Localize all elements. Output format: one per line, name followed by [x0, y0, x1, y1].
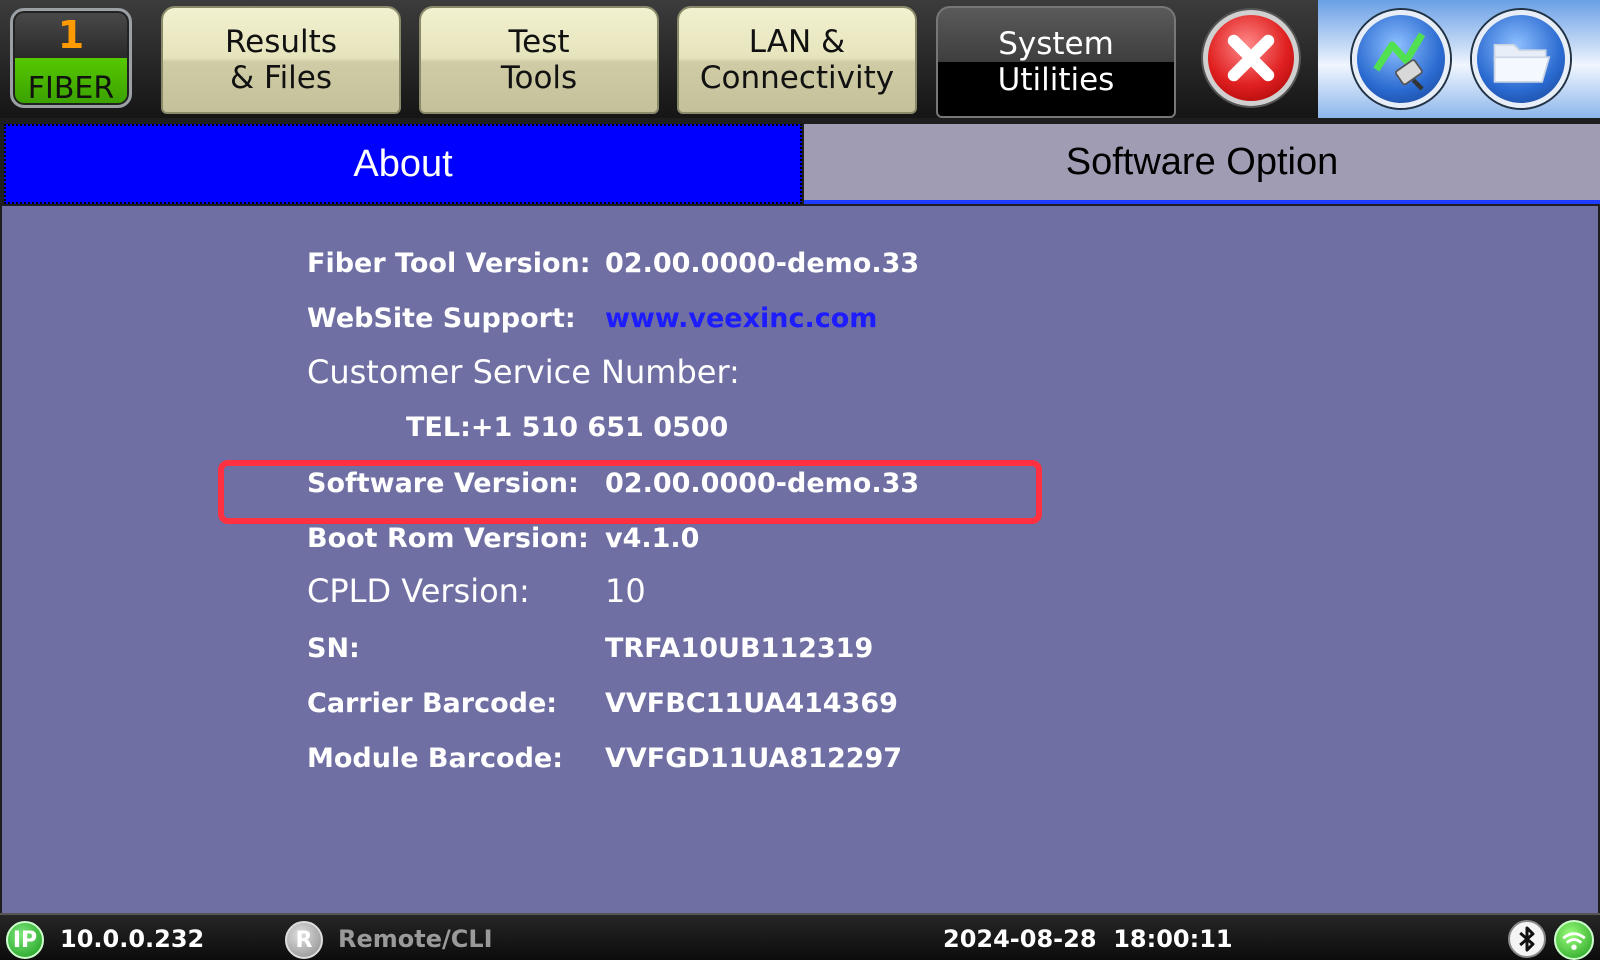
cpld-version-value: 10 — [605, 572, 646, 610]
fiber-module-number: 1 — [57, 13, 85, 57]
software-version-value: 02.00.0000-demo.33 — [605, 468, 920, 499]
module-barcode-value: VVFGD11UA812297 — [605, 743, 903, 774]
network-connection-button[interactable] — [1352, 10, 1450, 108]
ip-address: 10.0.0.232 — [60, 925, 205, 953]
wifi-icon[interactable] — [1554, 920, 1594, 960]
close-icon — [1227, 34, 1275, 82]
tab-label: System Utilities — [997, 26, 1115, 98]
tab-test-tools[interactable]: Test Tools — [419, 6, 659, 114]
customer-service-tel: TEL:+1 510 651 0500 — [406, 412, 729, 443]
tab-system-utilities[interactable]: System Utilities — [936, 6, 1176, 118]
top-toolbar: 1 FIBER Results & Files Test Tools LAN &… — [0, 0, 1600, 118]
sn-value: TRFA10UB112319 — [605, 633, 874, 664]
module-barcode-label: Module Barcode: — [307, 743, 564, 774]
customer-service-label: Customer Service Number: — [307, 353, 740, 391]
fiber-module-label: FIBER — [27, 71, 115, 106]
website-support-link[interactable]: www.veexinc.com — [605, 303, 877, 334]
bluetooth-icon[interactable] — [1508, 920, 1546, 958]
network-connection-icon — [1373, 32, 1426, 91]
tab-software-option[interactable]: Software Option — [804, 124, 1600, 204]
tab-label: Results & Files — [225, 24, 337, 96]
status-bar: IP 10.0.0.232 R Remote/CLI 2024-08-28 18… — [0, 913, 1600, 960]
cpld-version-label: CPLD Version: — [307, 572, 530, 610]
quick-access-icons — [1318, 0, 1600, 118]
tab-lan-connectivity[interactable]: LAN & Connectivity — [677, 6, 917, 114]
bluetooth-glyph — [1519, 926, 1535, 952]
carrier-barcode-value: VVFBC11UA414369 — [605, 688, 898, 719]
close-button[interactable] — [1203, 10, 1299, 106]
fiber-tool-version-value: 02.00.0000-demo.33 — [605, 248, 920, 279]
wifi-glyph — [1562, 932, 1586, 950]
carrier-barcode-label: Carrier Barcode: — [307, 688, 558, 719]
sn-label: SN: — [307, 633, 360, 664]
website-support-label: WebSite Support: — [307, 303, 576, 334]
tab-label: Test Tools — [500, 24, 578, 96]
file-manager-button[interactable] — [1472, 10, 1570, 108]
software-version-label: Software Version: — [307, 468, 579, 499]
boot-rom-version-value: v4.1.0 — [605, 523, 700, 554]
remote-cli-label: Remote/CLI — [338, 925, 493, 953]
boot-rom-version-label: Boot Rom Version: — [307, 523, 589, 554]
date-time: 2024-08-28 18:00:11 — [943, 925, 1233, 953]
tab-about[interactable]: About — [4, 124, 802, 204]
fiber-tool-version-label: Fiber Tool Version: — [307, 248, 591, 279]
ip-status-icon[interactable]: IP — [6, 921, 44, 959]
about-panel: Fiber Tool Version: 02.00.0000-demo.33 W… — [2, 206, 1598, 913]
tab-label: LAN & Connectivity — [699, 24, 895, 96]
tab-results-files[interactable]: Results & Files — [161, 6, 401, 114]
open-folder-icon — [1493, 44, 1551, 83]
remote-status-icon[interactable]: R — [285, 921, 323, 959]
fiber-module-button[interactable]: 1 FIBER — [10, 8, 132, 108]
